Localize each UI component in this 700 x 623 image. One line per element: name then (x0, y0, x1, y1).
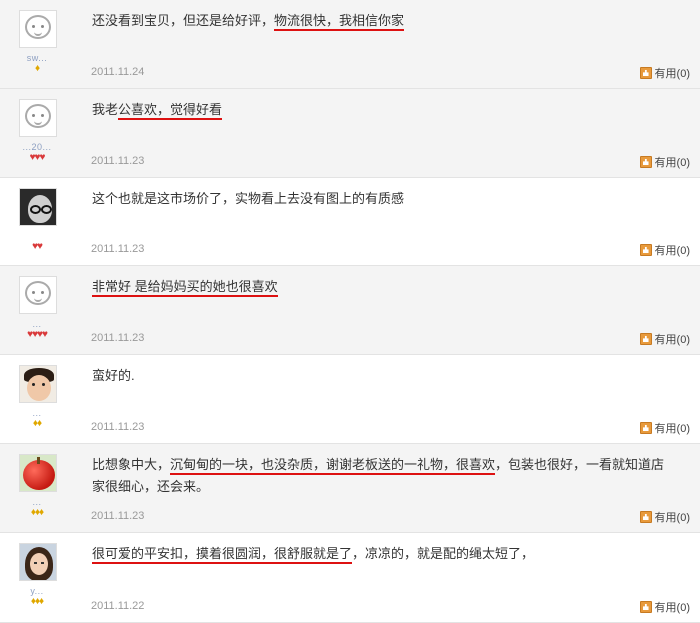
review-item: sw... ♦ 还没看到宝贝，但还是给好评，物流很快，我相信你家 2011.11.24… (0, 0, 700, 89)
review-item: ... ♦♦ 蛮好的. 2011.11.23 有用(0) (0, 355, 700, 444)
review-comment: 还没看到宝贝，但还是给好评，物流很快，我相信你家 (92, 10, 672, 32)
comment-highlight: 物流很快，我相信你家 (274, 13, 405, 31)
default-avatar-face (25, 104, 51, 128)
review-comment: 我老公喜欢，觉得好看 (92, 99, 672, 121)
useful-button[interactable]: 有用(0) (639, 65, 690, 81)
review-comment: 很可爱的平安扣，摸着很圆润，很舒服就是了，凉凉的，就是配的绳太短了， (92, 543, 672, 565)
diamond-rank-icon: ♦ (37, 418, 42, 429)
thumb-up-icon[interactable] (639, 422, 652, 434)
thumb-up-icon[interactable] (639, 244, 652, 256)
review-list: sw... ♦ 还没看到宝贝，但还是给好评，物流很快，我相信你家 2011.11.24… (0, 0, 700, 623)
reviewer-rank: ♦♦♦ (0, 508, 74, 518)
diamond-rank-icon: ♦ (39, 596, 44, 607)
reviewer-rank: ♦ (0, 64, 74, 74)
review-date: 2011.11.23 (91, 332, 145, 344)
useful-label[interactable]: 有用(0) (655, 509, 690, 525)
reviewer-avatar[interactable] (19, 10, 57, 48)
review-item: ♥♥ 这个也就是这市场价了，实物看上去没有图上的有质感 2011.11.23 有用(0… (0, 178, 700, 266)
review-item: ... ♦♦♦ 比想象中大，沉甸甸的一块，也没杂质，谢谢老板送的一礼物，很喜欢，包装… (0, 444, 700, 533)
review-comment: 比想象中大，沉甸甸的一块，也没杂质，谢谢老板送的一礼物，很喜欢，包装也很好，一看… (92, 454, 672, 498)
review-comment: 非常好 是给妈妈买的她也很喜欢 (92, 276, 672, 298)
reviewer-avatar[interactable] (19, 365, 57, 403)
useful-button[interactable]: 有用(0) (639, 331, 690, 347)
review-comment: 蛮好的. (92, 365, 672, 387)
useful-button[interactable]: 有用(0) (639, 420, 690, 436)
comment-text: 还没看到宝贝，但还是给好评， (92, 13, 275, 28)
useful-label[interactable]: 有用(0) (655, 420, 690, 436)
comment-highlight: 非常好 是给妈妈买的她也很喜欢 (92, 279, 278, 297)
comment-highlight: 公喜欢，觉得好看 (118, 102, 223, 120)
thumb-up-icon[interactable] (639, 333, 652, 345)
review-comment: 这个也就是这市场价了，实物看上去没有图上的有质感 (92, 188, 672, 210)
reviewer-avatar[interactable] (19, 543, 57, 581)
review-item: ... ♥♥♥♥ 非常好 是给妈妈买的她也很喜欢 2011.11.23 有用(0) (0, 266, 700, 355)
useful-label[interactable]: 有用(0) (655, 599, 690, 615)
reviewer-avatar[interactable] (19, 188, 57, 226)
reviewer-avatar[interactable] (19, 276, 57, 314)
review-date: 2011.11.24 (91, 66, 145, 78)
diamond-rank-icon: ♦ (34, 63, 40, 74)
review-item: ...20... ♥♥♥ 我老公喜欢，觉得好看 2011.11.23 有用(0) (0, 89, 700, 178)
review-date: 2011.11.22 (91, 600, 145, 612)
default-avatar-face (25, 281, 51, 305)
reviewer-rank: ♦♦♦ (0, 597, 74, 607)
heart-rank-icon: ♥ (39, 152, 45, 163)
useful-label[interactable]: 有用(0) (655, 154, 690, 170)
reviewer-username[interactable]: ... (6, 497, 68, 507)
thumb-up-icon[interactable] (639, 511, 652, 523)
useful-button[interactable]: 有用(0) (639, 242, 690, 258)
thumb-up-icon[interactable] (639, 601, 652, 613)
reviewer-avatar[interactable] (19, 99, 57, 137)
comment-text: 这个也就是这市场价了，实物看上去没有图上的有质感 (92, 191, 405, 206)
diamond-rank-icon: ♦ (39, 507, 44, 518)
heart-rank-icon: ♥ (41, 329, 48, 340)
reviewer-rank: ♦♦ (0, 419, 74, 429)
useful-label[interactable]: 有用(0) (655, 65, 690, 81)
reviewer-rank: ♥♥♥♥ (0, 330, 74, 340)
reviewer-rank: ♥♥ (0, 242, 74, 252)
reviewer-username[interactable]: ... (6, 319, 68, 329)
comment-text: 蛮好的. (92, 368, 135, 383)
heart-rank-icon: ♥ (37, 241, 43, 252)
comment-text: ，凉凉的，就是配的绳太短了， (352, 546, 535, 561)
comment-text: 我老 (92, 102, 119, 117)
comment-highlight: 很可爱的平安扣，摸着很圆润，很舒服就是了 (92, 546, 353, 564)
review-date: 2011.11.23 (91, 243, 145, 255)
reviewer-avatar[interactable] (19, 454, 57, 492)
reviewer-username[interactable]: sw... (6, 53, 68, 63)
comment-highlight: 沉甸甸的一块，也没杂质，谢谢老板送的一礼物，很喜欢 (170, 457, 496, 475)
review-date: 2011.11.23 (91, 421, 145, 433)
review-date: 2011.11.23 (91, 155, 145, 167)
thumb-up-icon[interactable] (639, 156, 652, 168)
useful-button[interactable]: 有用(0) (639, 509, 690, 525)
useful-button[interactable]: 有用(0) (639, 599, 690, 615)
useful-label[interactable]: 有用(0) (655, 331, 690, 347)
reviewer-username[interactable]: ...20... (6, 142, 68, 152)
comment-text: 比想象中大， (92, 457, 171, 472)
useful-label[interactable]: 有用(0) (655, 242, 690, 258)
thumb-up-icon[interactable] (639, 67, 652, 79)
review-item: y... ♦♦♦ 很可爱的平安扣，摸着很圆润，很舒服就是了，凉凉的，就是配的绳太短了… (0, 533, 700, 623)
reviewer-username[interactable]: y... (6, 586, 68, 596)
default-avatar-face (25, 15, 51, 39)
useful-button[interactable]: 有用(0) (639, 154, 690, 170)
reviewer-username[interactable]: ... (6, 408, 68, 418)
reviewer-rank: ♥♥♥ (0, 153, 74, 163)
review-date: 2011.11.23 (91, 510, 145, 522)
